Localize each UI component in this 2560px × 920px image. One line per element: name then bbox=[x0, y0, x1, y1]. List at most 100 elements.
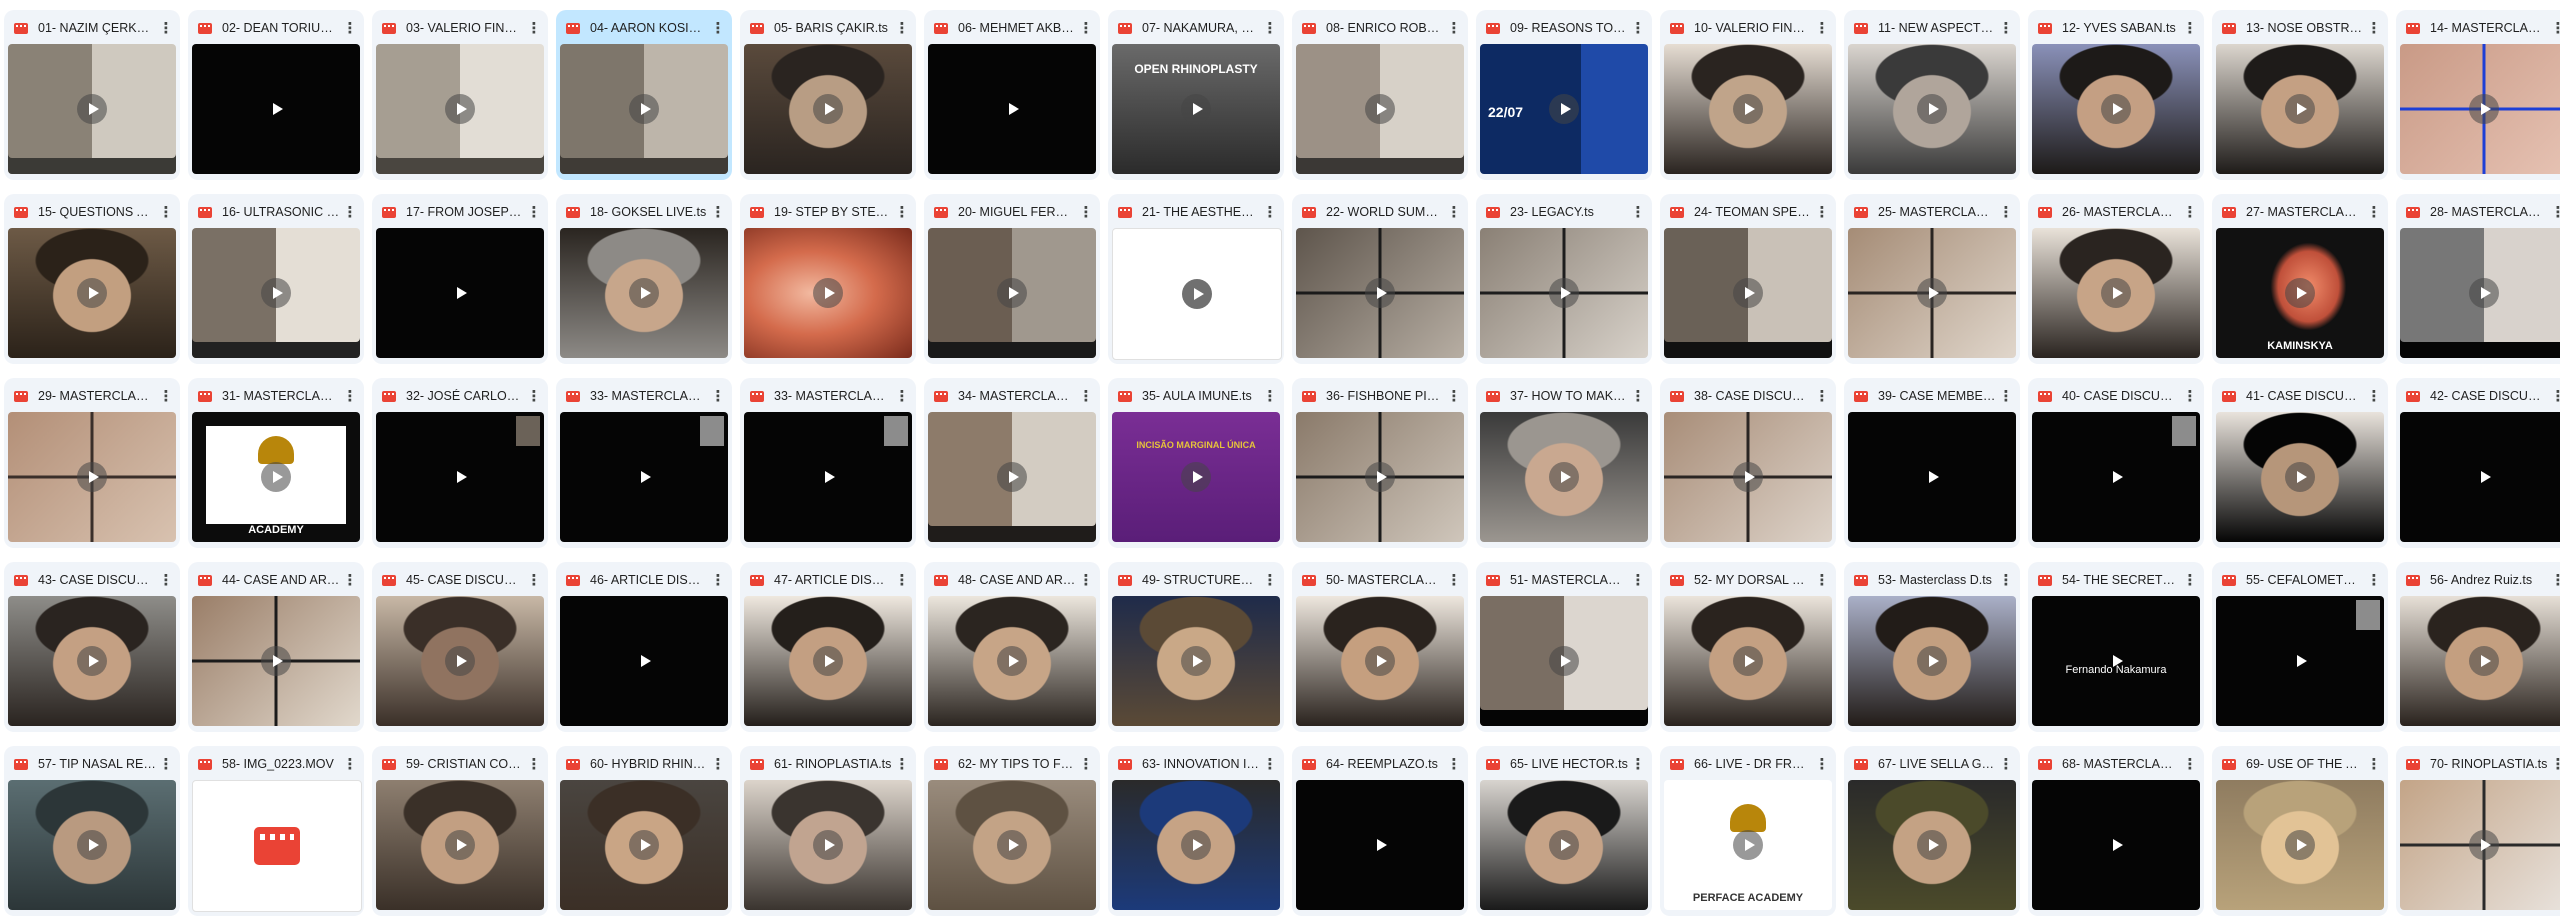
more-actions-icon[interactable]: ⋮ bbox=[1444, 573, 1464, 588]
video-thumbnail[interactable] bbox=[1112, 228, 1282, 360]
file-card[interactable]: 55- CEFALOMETRIA.ts⋮ bbox=[2212, 562, 2388, 732]
file-card[interactable]: 38- CASE DISCUSSION.ts⋮ bbox=[1660, 378, 1836, 548]
video-thumbnail[interactable]: Fernando Nakamura bbox=[2032, 596, 2200, 726]
video-thumbnail[interactable] bbox=[2400, 780, 2560, 910]
play-icon[interactable] bbox=[997, 94, 1027, 124]
video-thumbnail[interactable] bbox=[928, 228, 1096, 358]
file-card[interactable]: 10- VALERIO FINOCCHI.ts⋮ bbox=[1660, 10, 1836, 180]
video-thumbnail[interactable] bbox=[2216, 412, 2384, 542]
play-icon[interactable] bbox=[1181, 94, 1211, 124]
more-actions-icon[interactable]: ⋮ bbox=[1812, 21, 1832, 36]
video-thumbnail[interactable] bbox=[192, 780, 362, 912]
video-thumbnail[interactable] bbox=[1664, 228, 1832, 358]
video-thumbnail[interactable] bbox=[1848, 44, 2016, 174]
video-thumbnail[interactable] bbox=[1848, 228, 2016, 358]
more-actions-icon[interactable]: ⋮ bbox=[1812, 205, 1832, 220]
video-thumbnail[interactable] bbox=[2216, 780, 2384, 910]
file-card[interactable]: 15- QUESTIONS AND ANSWERS.ts⋮ bbox=[4, 194, 180, 364]
file-card[interactable]: 59- CRISTIAN CORREA.ts⋮ bbox=[372, 746, 548, 916]
more-actions-icon[interactable]: ⋮ bbox=[2180, 21, 2200, 36]
more-actions-icon[interactable]: ⋮ bbox=[156, 205, 176, 220]
play-icon[interactable] bbox=[2469, 278, 2499, 308]
video-thumbnail[interactable] bbox=[1664, 412, 1832, 542]
file-card[interactable]: 16- ULTRASONIC RHINOPLASTY.ts⋮ bbox=[188, 194, 364, 364]
play-icon[interactable] bbox=[629, 646, 659, 676]
more-actions-icon[interactable]: ⋮ bbox=[1628, 205, 1648, 220]
play-icon[interactable] bbox=[2101, 278, 2131, 308]
video-thumbnail[interactable] bbox=[192, 44, 360, 174]
play-icon[interactable] bbox=[77, 830, 107, 860]
play-icon[interactable] bbox=[813, 646, 843, 676]
video-thumbnail[interactable] bbox=[560, 228, 728, 358]
video-thumbnail[interactable] bbox=[8, 412, 176, 542]
video-thumbnail[interactable] bbox=[192, 228, 360, 358]
more-actions-icon[interactable]: ⋮ bbox=[2548, 573, 2560, 588]
file-card[interactable]: 19- STEP BY STEP.ts ⋮ bbox=[740, 194, 916, 364]
play-icon[interactable] bbox=[813, 94, 843, 124]
play-icon[interactable] bbox=[2101, 462, 2131, 492]
video-thumbnail[interactable] bbox=[1664, 44, 1832, 174]
video-thumbnail[interactable] bbox=[1480, 780, 1648, 910]
file-card[interactable]: 42- CASE DISCUSSION.ts⋮ bbox=[2396, 378, 2560, 548]
video-thumbnail[interactable]: 22/07 bbox=[1480, 44, 1648, 174]
more-actions-icon[interactable]: ⋮ bbox=[2548, 205, 2560, 220]
video-thumbnail[interactable] bbox=[2216, 596, 2384, 726]
play-icon[interactable] bbox=[1181, 646, 1211, 676]
video-thumbnail[interactable] bbox=[1480, 228, 1648, 358]
more-actions-icon[interactable]: ⋮ bbox=[1628, 757, 1648, 772]
play-icon[interactable] bbox=[1181, 462, 1211, 492]
play-icon[interactable] bbox=[261, 278, 291, 308]
file-card[interactable]: 43- CASE DISCUSSION.ts⋮ bbox=[4, 562, 180, 732]
play-icon[interactable] bbox=[77, 646, 107, 676]
more-actions-icon[interactable]: ⋮ bbox=[1076, 389, 1096, 404]
file-card[interactable]: 05- BARIS ÇAKIR.ts ⋮ bbox=[740, 10, 916, 180]
play-icon[interactable] bbox=[445, 462, 475, 492]
file-card[interactable]: 09- REASONS TO LEARN PRESERVATION.ts⋮ 22/… bbox=[1476, 10, 1652, 180]
more-actions-icon[interactable]: ⋮ bbox=[1996, 21, 2016, 36]
play-icon[interactable] bbox=[261, 94, 291, 124]
file-card[interactable]: 68- MASTERCLASS.ts ⋮ bbox=[2028, 746, 2204, 916]
play-icon[interactable] bbox=[1549, 830, 1579, 860]
play-icon[interactable] bbox=[1365, 646, 1395, 676]
file-card[interactable]: 46- ARTICLE DISCUSSION.ts⋮ bbox=[556, 562, 732, 732]
video-thumbnail[interactable] bbox=[744, 412, 912, 542]
file-card[interactable]: 17- FROM JOSEPH.ts ⋮ bbox=[372, 194, 548, 364]
video-thumbnail[interactable] bbox=[192, 596, 360, 726]
video-thumbnail[interactable] bbox=[2216, 44, 2384, 174]
file-card[interactable]: 04- AARON KOSINS.ts ⋮ bbox=[556, 10, 732, 180]
play-icon[interactable] bbox=[997, 462, 1027, 492]
more-actions-icon[interactable]: ⋮ bbox=[1260, 573, 1280, 588]
video-thumbnail[interactable] bbox=[8, 596, 176, 726]
more-actions-icon[interactable]: ⋮ bbox=[1444, 389, 1464, 404]
play-icon[interactable] bbox=[1733, 830, 1763, 860]
video-thumbnail[interactable] bbox=[1480, 596, 1648, 726]
video-thumbnail[interactable] bbox=[376, 228, 544, 358]
video-thumbnail[interactable] bbox=[376, 596, 544, 726]
video-thumbnail[interactable] bbox=[1848, 780, 2016, 910]
play-icon[interactable] bbox=[813, 830, 843, 860]
file-card[interactable]: 21- THE AESTHETIC NOSE.ts⋮ bbox=[1108, 194, 1284, 364]
more-actions-icon[interactable]: ⋮ bbox=[1812, 757, 1832, 772]
video-thumbnail[interactable] bbox=[8, 228, 176, 358]
more-actions-icon[interactable]: ⋮ bbox=[1996, 389, 2016, 404]
play-icon[interactable] bbox=[1733, 94, 1763, 124]
more-actions-icon[interactable]: ⋮ bbox=[892, 389, 912, 404]
file-card[interactable]: 22- WORLD SUMMIT.ts⋮ bbox=[1292, 194, 1468, 364]
file-card[interactable]: 54- THE SECRETS.ts ⋮ Fernando Nakamura bbox=[2028, 562, 2204, 732]
more-actions-icon[interactable]: ⋮ bbox=[1260, 21, 1280, 36]
more-actions-icon[interactable]: ⋮ bbox=[1628, 389, 1648, 404]
play-icon[interactable] bbox=[1549, 278, 1579, 308]
video-thumbnail[interactable] bbox=[8, 44, 176, 174]
play-icon[interactable] bbox=[2469, 462, 2499, 492]
more-actions-icon[interactable]: ⋮ bbox=[1812, 389, 1832, 404]
more-actions-icon[interactable]: ⋮ bbox=[2364, 573, 2384, 588]
video-thumbnail[interactable] bbox=[2032, 44, 2200, 174]
more-actions-icon[interactable]: ⋮ bbox=[2180, 389, 2200, 404]
more-actions-icon[interactable]: ⋮ bbox=[1444, 757, 1464, 772]
video-thumbnail[interactable] bbox=[2400, 44, 2560, 174]
video-thumbnail[interactable] bbox=[560, 412, 728, 542]
more-actions-icon[interactable]: ⋮ bbox=[708, 573, 728, 588]
more-actions-icon[interactable]: ⋮ bbox=[1996, 757, 2016, 772]
video-thumbnail[interactable] bbox=[928, 412, 1096, 542]
video-thumbnail[interactable] bbox=[744, 596, 912, 726]
